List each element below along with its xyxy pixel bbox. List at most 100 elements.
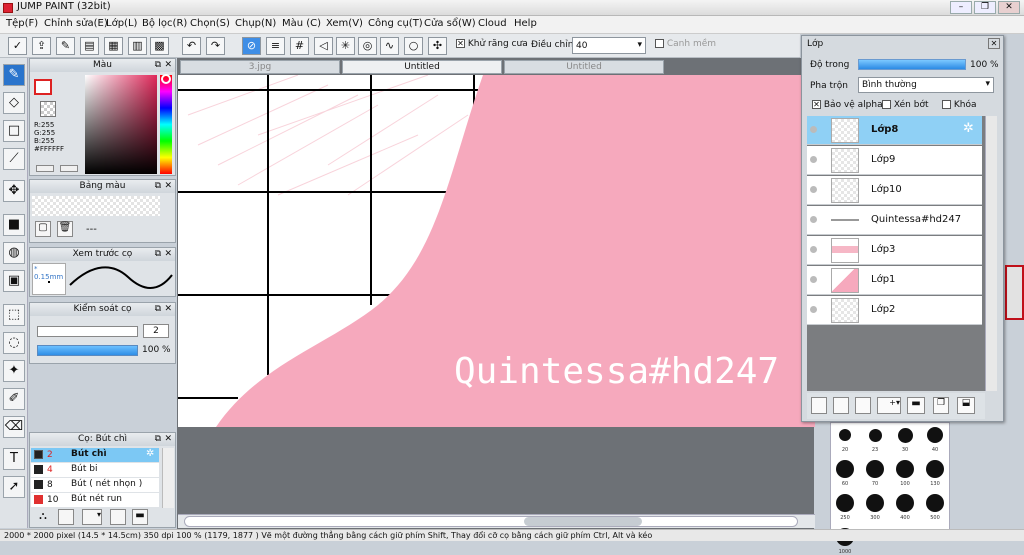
brush-settings-icon[interactable] (110, 509, 126, 525)
brush-size-dot[interactable] (836, 460, 854, 478)
menu-select[interactable]: Chọn(S) (190, 18, 230, 29)
brush-size-dot[interactable] (836, 494, 854, 512)
eye-icon[interactable] (810, 126, 817, 133)
detach-icon[interactable]: ⧉ (155, 248, 161, 261)
brush-list-scrollbar[interactable] (162, 448, 174, 508)
eye-icon[interactable] (810, 306, 817, 313)
eye-icon[interactable] (810, 246, 817, 253)
clip-layer-checkbox[interactable]: Xén bớt (882, 100, 929, 110)
horizontal-scrollbar[interactable] (178, 514, 815, 528)
brush-size-slider[interactable] (37, 326, 138, 337)
menu-cloud[interactable]: Cloud (478, 18, 507, 29)
brush-item[interactable]: 4 Bút bi (31, 463, 159, 477)
layer-row-lop9[interactable]: Lớp9 (807, 146, 982, 175)
close-icon[interactable]: ✕ (164, 180, 172, 193)
close-button[interactable]: ✕ (998, 1, 1020, 14)
close-icon[interactable]: ✕ (164, 303, 172, 316)
eye-icon[interactable] (810, 186, 817, 193)
layer-row-lop8[interactable]: Lớp8 ✲ (807, 116, 982, 145)
detach-icon[interactable]: ⧉ (155, 433, 161, 446)
clip-checkbox[interactable]: Canh mềm (655, 39, 716, 49)
curve-icon[interactable]: ∿ (380, 37, 399, 55)
layer-list-scrollbar[interactable] (985, 116, 997, 391)
rectangle-tool-icon[interactable]: □ (3, 120, 25, 142)
check-icon[interactable]: ✓ (8, 37, 27, 55)
lock-checkbox[interactable]: Khóa (942, 100, 977, 110)
document-icon[interactable]: ▥ (128, 37, 147, 55)
export-icon[interactable]: ⇪ (32, 37, 51, 55)
ellipse-icon[interactable]: ○ (404, 37, 423, 55)
layer-row-lop2[interactable]: Lớp2 (807, 296, 982, 325)
blend-mode-select[interactable]: Bình thường ▾ (858, 77, 994, 93)
color-option-button-2[interactable] (60, 165, 78, 172)
saturation-value-picker[interactable] (85, 75, 157, 174)
page-icon[interactable]: ▦ (104, 37, 123, 55)
select-pen-tool-icon[interactable]: ✐ (3, 388, 25, 410)
operation-tool-icon[interactable]: ➚ (3, 476, 25, 498)
brush-size-dot[interactable] (866, 460, 884, 478)
layer-opacity-slider[interactable] (858, 59, 966, 70)
add-layer-menu-icon[interactable]: +▾ (877, 397, 901, 414)
close-icon[interactable]: ✕ (988, 38, 1000, 49)
detach-icon[interactable]: ⧉ (155, 59, 161, 72)
fill-rect-tool-icon[interactable]: ■ (3, 214, 25, 236)
brush-size-dot[interactable] (926, 460, 944, 478)
radial-icon[interactable]: ✳ (336, 37, 355, 55)
brush-menu-icon[interactable]: ▾ (82, 509, 102, 525)
close-icon[interactable]: ✕ (164, 248, 172, 261)
gear-icon[interactable]: ✲ (146, 448, 154, 459)
menu-view[interactable]: Xem(V) (326, 18, 363, 29)
new-palette-icon[interactable]: ▢ (35, 221, 51, 237)
maximize-button[interactable]: ❐ (974, 1, 996, 14)
magic-wand-tool-icon[interactable]: ✦ (3, 360, 25, 382)
tab-untitled[interactable]: Untitled (504, 60, 664, 74)
brush-size-dot[interactable] (866, 494, 884, 512)
grid-icon[interactable]: ▩ (150, 37, 169, 55)
scroll-thumb[interactable] (524, 517, 642, 526)
brush-size-dot[interactable] (868, 428, 882, 442)
secondary-color-swatch[interactable] (40, 101, 56, 117)
brush-size-dot[interactable] (927, 427, 943, 443)
detach-icon[interactable]: ⧉ (155, 180, 161, 193)
new-raster-layer-icon[interactable] (833, 397, 849, 414)
hue-handle[interactable] (161, 74, 171, 84)
note-icon[interactable]: ▤ (80, 37, 99, 55)
brush-size-dot[interactable] (839, 429, 851, 441)
tab-untitled-active[interactable]: Untitled (342, 60, 502, 74)
brush-opacity-slider[interactable] (37, 345, 138, 356)
grid-ruler-icon[interactable]: # (290, 37, 309, 55)
brush-size-dot[interactable] (897, 427, 913, 443)
brush-item[interactable]: 8 Bút ( nét nhọn ) (31, 478, 159, 492)
menu-window[interactable]: Cửa sổ(W) (424, 18, 476, 29)
adjust-select[interactable]: 40 ▾ (572, 37, 646, 54)
palette-swatches[interactable] (32, 196, 160, 216)
line-tool-icon[interactable]: ⟋ (3, 148, 25, 170)
eye-icon[interactable] (810, 156, 817, 163)
delete-palette-icon[interactable]: 🗑 (57, 221, 73, 237)
new-layer-icon[interactable] (811, 397, 827, 414)
antialias-checkbox[interactable]: ✕ Khử răng cưa (456, 39, 528, 49)
undo-icon[interactable]: ↶ (182, 37, 201, 55)
new-brush-icon[interactable] (58, 509, 74, 525)
eye-icon[interactable] (810, 216, 817, 223)
layer-row-quintessa[interactable]: Quintessa#hd247 (807, 206, 982, 235)
scroll-track[interactable] (184, 516, 798, 527)
brush-tool-icon[interactable]: ✎ (3, 64, 25, 86)
menu-help[interactable]: Help (514, 18, 537, 29)
concentric-icon[interactable]: ◎ (358, 37, 377, 55)
brush-size-dot[interactable] (926, 494, 944, 512)
redo-icon[interactable]: ↷ (206, 37, 225, 55)
brush-size-dot[interactable] (896, 460, 914, 478)
perspective-icon[interactable]: ◁ (314, 37, 333, 55)
merge-layer-icon[interactable]: ⬓ (957, 397, 975, 414)
close-icon[interactable]: ✕ (164, 59, 172, 72)
select-eraser-tool-icon[interactable]: ⌫ (3, 416, 25, 438)
eye-icon[interactable] (810, 276, 817, 283)
layer-row-lop10[interactable]: Lớp10 (807, 176, 982, 205)
detach-icon[interactable]: ⧉ (155, 303, 161, 316)
menu-filter[interactable]: Bộ lọc(R) (142, 18, 187, 29)
no-ruler-icon[interactable]: ⊘ (242, 37, 261, 55)
snap-icon[interactable]: ✣ (428, 37, 447, 55)
layer-folder-icon[interactable]: ▬ (907, 397, 925, 414)
new-halftone-layer-icon[interactable] (855, 397, 871, 414)
